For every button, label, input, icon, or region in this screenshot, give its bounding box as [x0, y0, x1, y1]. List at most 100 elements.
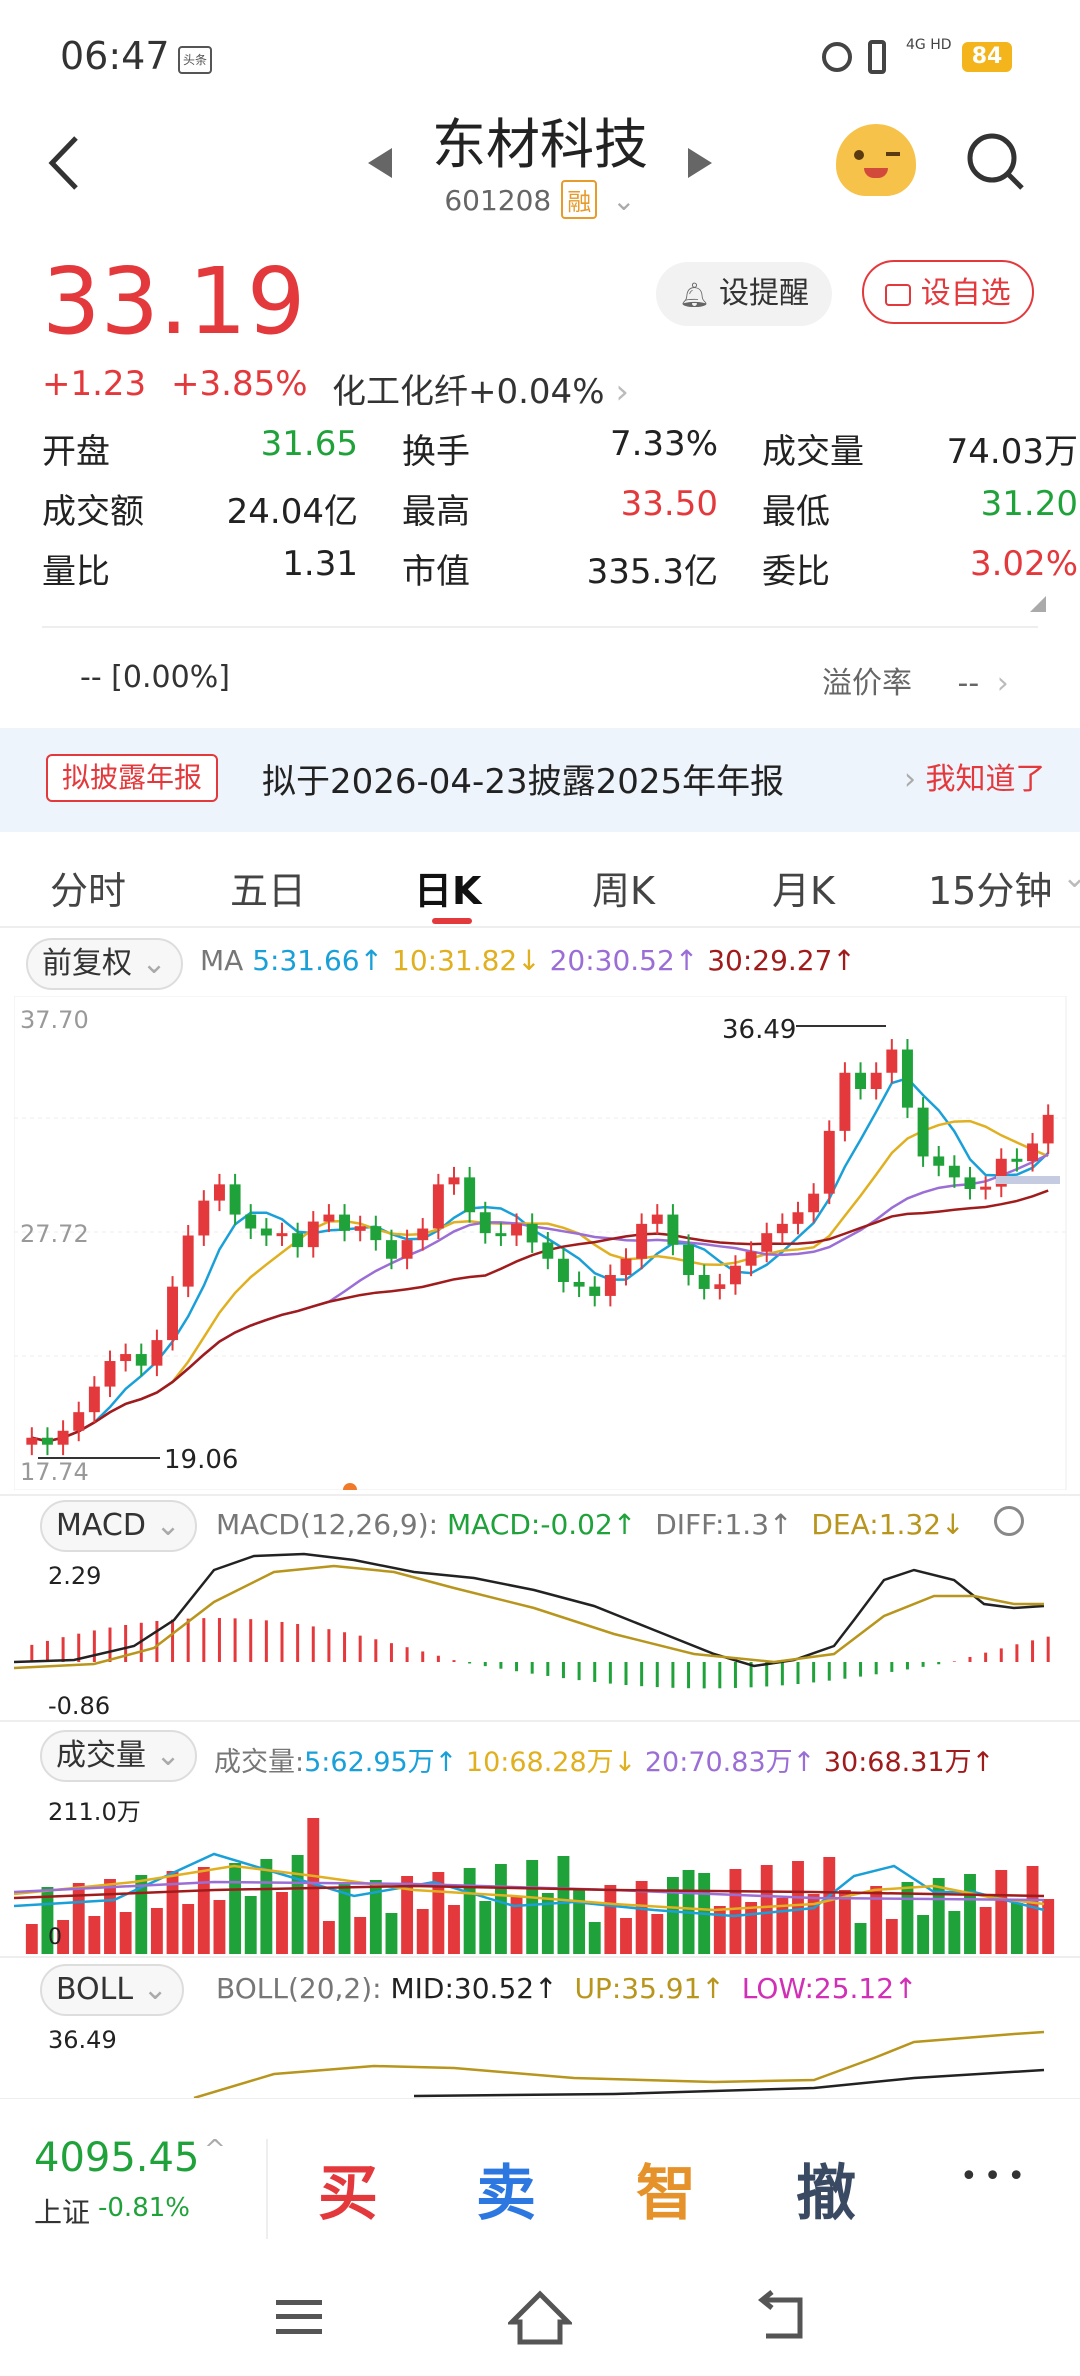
smart-button[interactable]: 智 [636, 2145, 696, 2232]
macd-legend: MACD(12,26,9): MACD:-0.02↑ DIFF:1.3↑ DEA… [216, 1508, 965, 1541]
next-stock-button[interactable] [686, 146, 714, 184]
stat-high: 33.50 [620, 484, 718, 524]
cancel-order-button[interactable]: 撤 [796, 2145, 856, 2232]
candle-body [886, 1049, 898, 1073]
price-change-pct: +3.85% [171, 364, 308, 404]
candle-body [855, 1072, 867, 1090]
volume-bar [104, 1879, 116, 1954]
volume-bar [494, 1864, 507, 1954]
chevron-up-icon[interactable]: ^ [204, 2135, 226, 2165]
candle-body [808, 1193, 820, 1213]
candle-body [41, 1437, 53, 1445]
volume-bar [651, 1914, 664, 1954]
volume-bar [666, 1877, 679, 1954]
volume-bar [760, 1865, 773, 1954]
chevron-down-icon[interactable]: ⌄ [612, 184, 635, 217]
dismiss-notice-button[interactable]: › 我知道了 [904, 754, 1046, 798]
candle-body [120, 1354, 132, 1362]
candle-body [729, 1265, 741, 1285]
tab-monthly-k[interactable]: 月K [772, 860, 835, 915]
settings-icon[interactable] [994, 1506, 1024, 1536]
back-nav-icon[interactable] [752, 2290, 808, 2346]
stat-turnover: 7.33% [609, 424, 718, 464]
volume-selector-label: 成交量 [56, 1738, 146, 1773]
search-button[interactable] [964, 130, 1028, 198]
tab-intraday[interactable]: 分时 [50, 860, 126, 915]
volume-bar [729, 1869, 742, 1954]
adjust-selector[interactable]: 前复权 ⌄ [26, 938, 183, 990]
macd-value: MACD:-0.02↑ [447, 1508, 637, 1541]
candle-body [323, 1214, 335, 1222]
chevron-right-icon: › [996, 666, 1009, 701]
macd-selector[interactable]: MACD ⌄ [40, 1500, 197, 1552]
candle-body [167, 1286, 179, 1341]
index-value[interactable]: 4095.45 [34, 2135, 199, 2181]
mascot-avatar[interactable] [836, 124, 916, 196]
boll-selector[interactable]: BOLL ⌄ [40, 1964, 184, 2016]
stat-bid-ratio: 3.02% [969, 544, 1078, 584]
expand-corner-icon[interactable] [1030, 596, 1046, 612]
chevron-right-icon: › [615, 372, 629, 412]
notice-banner: 拟披露年报 拟于2026-04-23披露2025年年报 › 我知道了 [0, 728, 1080, 832]
tab-five-day[interactable]: 五日 [230, 860, 306, 915]
tab-daily-k[interactable]: 日K [414, 860, 481, 915]
stats-grid: 开盘 31.65 换手 7.33% 成交量 74.03万 成交额 24.04亿 … [42, 424, 1078, 604]
volume-chart: 211.0万 0 [14, 1798, 1055, 1954]
boll-mid: MID:30.52↑ [390, 1972, 558, 2005]
more-button[interactable]: ••• [960, 2159, 1031, 2194]
candle-body [683, 1244, 695, 1276]
candle-body [948, 1165, 960, 1178]
sector-pct: +0.04% [468, 372, 605, 412]
chevron-down-icon: ⌄ [142, 1972, 168, 2007]
candle-body [57, 1430, 69, 1445]
premium-link[interactable]: 溢价率 -- › [822, 658, 1009, 702]
adjust-label: 前复权 [42, 946, 132, 981]
margin-badge: 融 [561, 180, 598, 219]
volume-label: 成交量: [214, 1747, 305, 1778]
current-price: 33.19 [42, 248, 306, 355]
candle-body [901, 1049, 913, 1108]
candle-body [714, 1284, 726, 1289]
tab-weekly-k[interactable]: 周K [592, 860, 655, 915]
candle-body [276, 1233, 288, 1237]
candle-body [401, 1240, 413, 1259]
volume-bar [182, 1904, 195, 1954]
candle-body [839, 1072, 851, 1131]
volume-bar [917, 1915, 930, 1954]
add-watchlist-button[interactable]: 设自选 [862, 260, 1034, 324]
candle-body [604, 1275, 616, 1296]
sector-link[interactable]: 化工化纤+0.04% › [332, 364, 629, 413]
kline-chart[interactable]: 37.70 27.72 17.74 36.49 19.06 [14, 996, 1074, 1490]
candle-body [292, 1233, 304, 1248]
divider [42, 626, 1038, 628]
set-alert-button[interactable]: 🔔︎ 设提醒 [656, 262, 832, 326]
volume-selector[interactable]: 成交量 ⌄ [40, 1730, 197, 1782]
stat-volume: 74.03万 [946, 432, 1078, 472]
menu-icon[interactable] [276, 2300, 322, 2334]
buy-button[interactable]: 买 [318, 2145, 378, 2232]
period-tabs: 分时 五日 日K 周K 月K 15分钟 ⌄ [0, 840, 1080, 932]
volume-y-top: 211.0万 [48, 1798, 141, 1826]
chevron-down-icon[interactable]: ⌄ [1062, 860, 1080, 895]
home-icon[interactable] [508, 2290, 572, 2346]
candle-body [964, 1177, 976, 1189]
tab-15min[interactable]: 15分钟 [928, 860, 1052, 915]
volume-bar [979, 1907, 992, 1954]
watchlist-icon [885, 283, 912, 306]
candle-body [73, 1412, 85, 1431]
volume-bar [713, 1906, 726, 1954]
volume-bar [1010, 1903, 1023, 1954]
sell-button[interactable]: 卖 [476, 2145, 536, 2232]
volume-bar [213, 1900, 226, 1954]
volume-bar [932, 1878, 945, 1954]
stat-amount: 24.04亿 [226, 492, 358, 532]
divider [0, 1494, 1080, 1496]
boll-low: LOW:25.12↑ [741, 1972, 918, 2005]
add-watchlist-label: 设自选 [920, 276, 1011, 311]
chevron-down-icon: ⌄ [155, 1508, 181, 1543]
volume-bar [72, 1883, 85, 1954]
candle-body [495, 1233, 507, 1237]
volume-bar [854, 1923, 867, 1954]
network-label: 4G HD [906, 37, 952, 53]
stat-label: 成交量 [762, 432, 864, 472]
